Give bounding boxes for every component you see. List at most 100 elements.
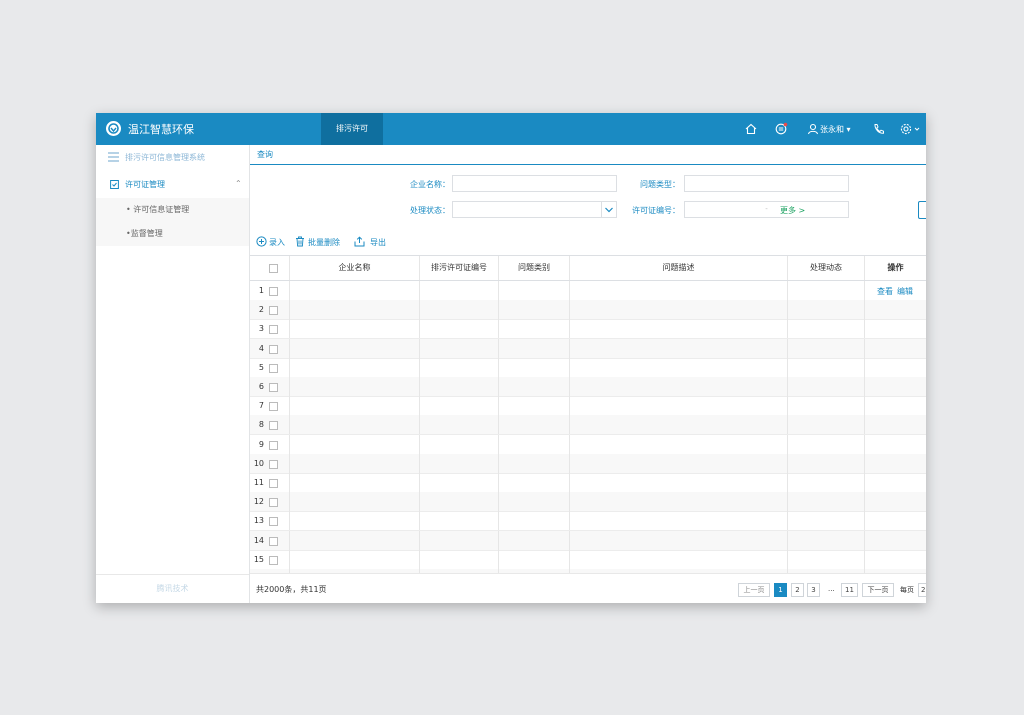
table-row: 3 — [250, 319, 926, 340]
table-cell — [788, 377, 865, 396]
table-cell — [865, 473, 926, 492]
user-menu[interactable]: 张永和 ▾ — [820, 124, 851, 135]
row-checkbox[interactable] — [269, 287, 278, 296]
row-number: 4 — [258, 343, 264, 353]
table-row: 2 — [250, 300, 926, 321]
page-button-1[interactable]: 1 — [774, 583, 787, 597]
header-company-name[interactable]: 企业名称 — [290, 256, 420, 280]
row-select-cell: 4 — [250, 338, 290, 358]
row-number: 2 — [258, 305, 264, 315]
page-button-2[interactable]: 2 — [791, 583, 804, 597]
row-checkbox[interactable] — [269, 459, 278, 469]
table-cell — [570, 300, 788, 320]
menu-toggle-icon[interactable] — [108, 152, 119, 164]
row-checkbox[interactable] — [269, 536, 278, 546]
nav-tab-pollution-permit[interactable]: 排污许可 — [321, 113, 383, 145]
per-page-select[interactable]: 20 — [918, 583, 926, 597]
table-cell — [865, 339, 926, 358]
table-cell — [420, 300, 499, 320]
table-cell — [865, 454, 926, 473]
settings-icon[interactable] — [899, 122, 921, 136]
home-icon[interactable] — [744, 122, 758, 136]
permit-number-input[interactable]: - — [684, 201, 849, 218]
table-cell — [865, 492, 926, 511]
search-button[interactable]: 查 询 — [918, 201, 926, 219]
table-cell — [570, 338, 788, 358]
table-cell — [420, 338, 499, 358]
app-title: 温江智慧环保 — [128, 123, 194, 136]
top-bar: 温江智慧环保 排污许可 张永和 ▾ — [96, 113, 926, 145]
header-select-cell — [250, 256, 290, 280]
row-checkbox[interactable] — [269, 344, 278, 354]
table-cell — [499, 377, 570, 396]
table-cell — [570, 281, 788, 300]
row-checkbox[interactable] — [269, 555, 278, 565]
sidebar-item-supervision[interactable]: •监督管理 — [96, 222, 249, 246]
sidebar-group-permit-management[interactable]: 许可证管理 ⌃ — [96, 175, 249, 195]
row-checkbox[interactable] — [269, 402, 278, 412]
row-checkbox[interactable] — [269, 306, 278, 316]
table-header: 企业名称 排污许可证编号 问题类别 问题描述 处理动态 操作 — [250, 256, 926, 281]
user-icon[interactable] — [806, 122, 820, 136]
table-cell — [788, 511, 865, 531]
select-all-checkbox[interactable] — [269, 264, 278, 273]
view-link[interactable]: 查看 — [877, 286, 893, 297]
problem-type-input[interactable] — [684, 175, 849, 192]
table-cell — [499, 530, 570, 550]
table-cell — [865, 415, 926, 434]
header-problem-description[interactable]: 问题描述 — [570, 256, 788, 280]
header-permit-number[interactable]: 排污许可证编号 — [420, 256, 499, 280]
header-process-status[interactable]: 处理动态 — [788, 256, 865, 280]
table-cell — [865, 377, 926, 396]
table-cell — [865, 550, 926, 569]
table-cell — [290, 473, 420, 492]
row-select-cell: 2 — [250, 300, 290, 320]
export-label: 导出 — [370, 238, 386, 247]
row-checkbox[interactable] — [269, 479, 278, 488]
table-cell — [499, 492, 570, 512]
message-icon[interactable] — [774, 122, 788, 136]
per-page-value: 20 — [921, 586, 926, 594]
more-filters-link[interactable]: 更多 > — [780, 205, 805, 216]
table-cell — [290, 530, 420, 550]
table-cell — [865, 300, 926, 319]
table-cell — [570, 415, 788, 435]
table-cell — [499, 473, 570, 492]
prev-page-button[interactable]: 上一页 — [738, 583, 770, 597]
table-cell — [290, 300, 420, 320]
table-cell — [290, 549, 420, 569]
tab-query[interactable]: 查询 — [257, 149, 273, 160]
page-button-3[interactable]: 3 — [807, 583, 820, 597]
next-page-button[interactable]: 下一页 — [862, 583, 894, 597]
row-checkbox[interactable] — [269, 383, 278, 392]
row-number: 13 — [253, 516, 264, 526]
row-checkbox[interactable] — [269, 517, 278, 527]
row-checkbox[interactable] — [269, 363, 278, 373]
row-checkbox[interactable] — [269, 440, 278, 450]
row-checkbox[interactable] — [269, 325, 278, 335]
page-button-last[interactable]: 11 — [841, 583, 858, 597]
table-cell — [290, 357, 420, 377]
main-content: 查询 企业名称： 问题类型： 处理状态： 许可证编号： - 更多 > 查 询 重… — [250, 145, 926, 603]
row-select-cell: 6 — [250, 377, 290, 396]
table-cell — [420, 434, 499, 454]
table-row: 4 — [250, 338, 926, 359]
table-cell — [570, 473, 788, 492]
table-cell — [865, 435, 926, 454]
row-select-cell: 10 — [250, 453, 290, 473]
row-select-cell: 8 — [250, 415, 290, 435]
table-cell — [865, 396, 926, 415]
row-number: 11 — [253, 478, 264, 487]
header-problem-category[interactable]: 问题类别 — [499, 256, 570, 280]
table-cell — [290, 453, 420, 473]
sidebar-item-permit-info[interactable]: • 许可信息证管理 — [96, 198, 249, 222]
table-row: 14 — [250, 530, 926, 551]
row-checkbox[interactable] — [269, 498, 278, 508]
table-cell — [499, 549, 570, 569]
table-cell — [420, 473, 499, 492]
data-table: 企业名称 排污许可证编号 问题类别 问题描述 处理动态 操作 1 查看 编辑 2 3 4 5… — [250, 255, 926, 574]
row-number: 10 — [253, 458, 264, 468]
row-checkbox[interactable] — [269, 421, 278, 431]
edit-link[interactable]: 编辑 — [897, 286, 913, 297]
phone-icon[interactable] — [872, 122, 886, 136]
